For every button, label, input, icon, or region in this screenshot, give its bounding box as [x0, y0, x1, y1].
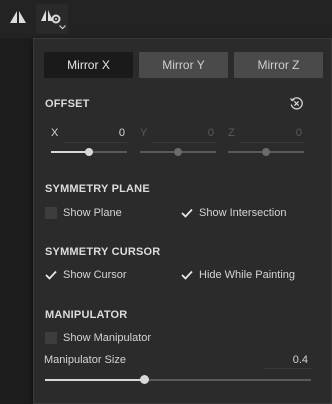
- mirror-y-button[interactable]: Mirror Y: [139, 52, 228, 78]
- offset-x-fill: [51, 151, 89, 153]
- symmetry-options-panel: Mirror X Mirror Y Mirror Z OFFSET X 0 Y …: [33, 38, 332, 404]
- offset-y-field-underline: [152, 142, 216, 143]
- top-toolbar: [0, 0, 332, 38]
- checkmark-icon: [181, 207, 193, 219]
- show-plane-label: Show Plane: [63, 207, 122, 219]
- manipulator-size-value[interactable]: 0.4: [293, 354, 308, 366]
- offset-z-label: Z: [228, 127, 235, 139]
- offset-section-title: OFFSET: [45, 98, 90, 110]
- offset-z-slider[interactable]: Z 0: [228, 125, 304, 156]
- offset-z-track[interactable]: [228, 148, 304, 156]
- show-intersection-label: Show Intersection: [199, 207, 287, 219]
- offset-x-track[interactable]: [51, 148, 127, 156]
- offset-x-slider[interactable]: X 0: [51, 125, 127, 156]
- offset-y-value[interactable]: 0: [208, 127, 214, 139]
- show-cursor-label: Show Cursor: [63, 269, 127, 281]
- manipulator-section-title: MANIPULATOR: [45, 309, 128, 321]
- offset-x-value[interactable]: 0: [119, 127, 125, 139]
- chevron-down-icon: [59, 23, 66, 32]
- manipulator-size-field-underline: [264, 368, 312, 369]
- mirror-x-button[interactable]: Mirror X: [44, 52, 133, 78]
- checkmark-icon: [181, 269, 193, 281]
- show-cursor-checkbox[interactable]: Show Cursor: [45, 269, 127, 281]
- show-manipulator-checkbox[interactable]: Show Manipulator: [45, 332, 151, 344]
- manipulator-size-slider[interactable]: [45, 375, 311, 384]
- offset-y-thumb[interactable]: [174, 148, 182, 156]
- offset-z-field-underline: [240, 142, 304, 143]
- checkbox-unchecked-icon: [45, 332, 57, 344]
- symmetry-options-button[interactable]: [36, 4, 68, 34]
- symmetry-mirror-icon: [9, 10, 27, 29]
- show-intersection-checkbox[interactable]: Show Intersection: [181, 207, 286, 219]
- offset-y-track[interactable]: [140, 148, 216, 156]
- mirror-z-button[interactable]: Mirror Z: [234, 52, 323, 78]
- offset-z-value[interactable]: 0: [296, 127, 302, 139]
- offset-x-label: X: [51, 127, 59, 139]
- symmetry-mirror-button[interactable]: [2, 4, 34, 34]
- symmetry-plane-section-title: SYMMETRY PLANE: [45, 183, 150, 195]
- manipulator-size-label: Manipulator Size: [44, 354, 126, 366]
- symmetry-cursor-section-title: SYMMETRY CURSOR: [45, 246, 161, 258]
- offset-x-field-underline: [63, 142, 127, 143]
- show-manipulator-label: Show Manipulator: [63, 332, 152, 344]
- offset-z-thumb[interactable]: [262, 148, 270, 156]
- checkbox-unchecked-icon: [45, 207, 57, 219]
- manipulator-size-fill: [45, 379, 144, 381]
- offset-y-label: Y: [140, 127, 148, 139]
- hide-while-painting-label: Hide While Painting: [199, 269, 295, 281]
- manipulator-size-thumb[interactable]: [140, 375, 149, 384]
- checkmark-icon: [45, 269, 57, 281]
- show-plane-checkbox[interactable]: Show Plane: [45, 207, 122, 219]
- hide-while-painting-checkbox[interactable]: Hide While Painting: [181, 269, 295, 281]
- offset-y-slider[interactable]: Y 0: [140, 125, 216, 156]
- offset-x-thumb[interactable]: [85, 148, 93, 156]
- reset-icon[interactable]: [289, 96, 304, 111]
- mirror-axis-selector: Mirror X Mirror Y Mirror Z: [44, 52, 323, 78]
